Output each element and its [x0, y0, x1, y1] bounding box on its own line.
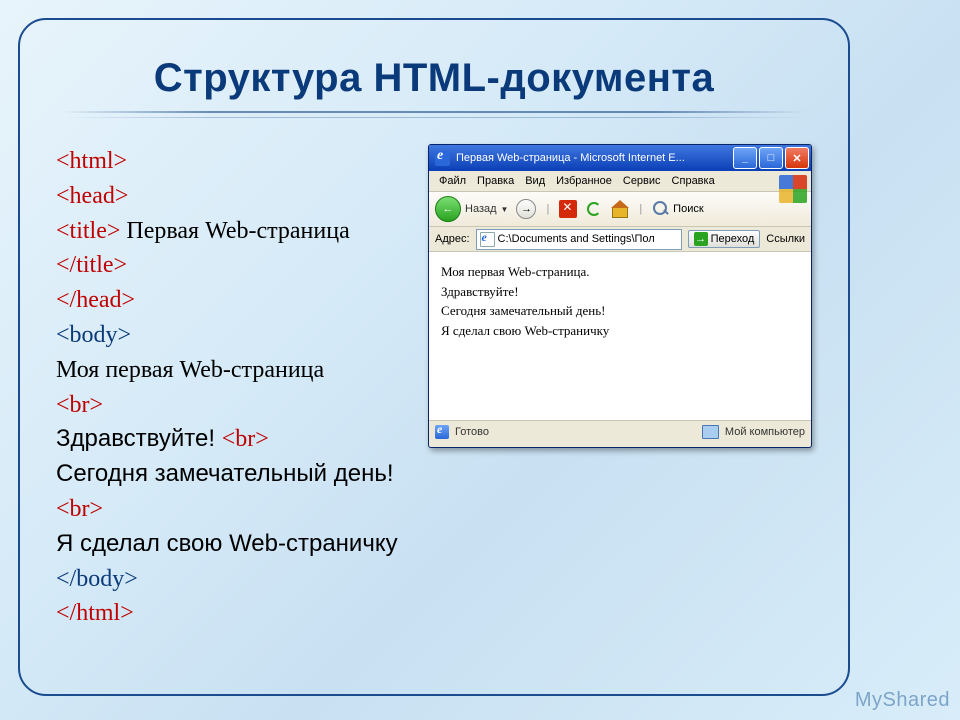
back-button[interactable]: ← Назад ▼ [435, 196, 508, 222]
ie-icon [435, 151, 450, 166]
window-title: Первая Web-страница - Microsoft Internet… [456, 152, 727, 164]
code-line: <title> Первая Web-страница [56, 214, 410, 249]
menubar: Файл Правка Вид Избранное Сервис Справка [429, 171, 811, 192]
page-line: Здравствуйте! [441, 282, 799, 302]
code-line: </body> [56, 562, 410, 597]
windows-flag-icon [779, 175, 807, 203]
ie-icon [435, 425, 449, 439]
home-icon[interactable] [611, 200, 629, 218]
search-button[interactable]: Поиск [652, 200, 703, 218]
divider [62, 117, 806, 118]
status-text: Готово [455, 426, 489, 438]
menu-help[interactable]: Справка [668, 174, 719, 188]
go-arrow-icon: → [694, 232, 708, 246]
page-line: Сегодня замечательный день! [441, 301, 799, 321]
code-line: <html> [56, 144, 410, 179]
code-line: </title> [56, 248, 410, 283]
slide-title: Структура HTML-документа [56, 56, 812, 101]
forward-button[interactable]: → [516, 199, 536, 219]
stop-icon[interactable] [559, 200, 577, 218]
titlebar: Первая Web-страница - Microsoft Internet… [429, 145, 811, 171]
go-button[interactable]: → Переход [688, 230, 761, 248]
minimize-button[interactable]: _ [733, 147, 757, 169]
content-row: <html> <head> <title> Первая Web-страниц… [56, 144, 812, 631]
code-line: <br> [56, 388, 410, 423]
divider [62, 111, 806, 113]
maximize-button[interactable]: □ [759, 147, 783, 169]
search-icon [652, 200, 670, 218]
addressbar: Адрес: C:\Documents and Settings\Пол → П… [429, 227, 811, 252]
ie-browser-window: Первая Web-страница - Microsoft Internet… [428, 144, 812, 448]
code-line: Моя первая Web-страница [56, 353, 410, 388]
address-field[interactable]: C:\Documents and Settings\Пол [476, 229, 682, 250]
statusbar: Готово Мой компьютер [429, 420, 811, 443]
code-listing: <html> <head> <title> Первая Web-страниц… [56, 144, 410, 631]
computer-icon [702, 425, 719, 439]
code-line: <head> [56, 179, 410, 214]
back-arrow-icon: ← [435, 196, 461, 222]
links-button[interactable]: Ссылки [766, 233, 805, 245]
slide-frame: Структура HTML-документа <html> <head> <… [18, 18, 850, 696]
page-content: Моя первая Web-страница. Здравствуйте! С… [429, 252, 811, 420]
menu-tools[interactable]: Сервис [619, 174, 665, 188]
zone-text: Мой компьютер [725, 426, 805, 438]
code-line: Я сделал свою Web-страничку [56, 527, 410, 562]
code-line: <body> [56, 318, 410, 353]
code-line: Сегодня замечательный день! <br> [56, 457, 410, 527]
page-line: Моя первая Web-страница. [441, 262, 799, 282]
code-line: Здравствуйте! <br> [56, 422, 410, 457]
menu-view[interactable]: Вид [521, 174, 549, 188]
address-label: Адрес: [435, 233, 470, 245]
toolbar: ← Назад ▼ → | | Поиск [429, 192, 811, 227]
menu-edit[interactable]: Правка [473, 174, 518, 188]
page-line: Я сделал свою Web-страничку [441, 321, 799, 341]
code-line: </html> [56, 596, 410, 631]
code-line: </head> [56, 283, 410, 318]
menu-favorites[interactable]: Избранное [552, 174, 616, 188]
watermark: MyShared [855, 689, 950, 712]
refresh-icon[interactable] [585, 200, 603, 218]
close-button[interactable]: ✕ [785, 147, 809, 169]
menu-file[interactable]: Файл [435, 174, 470, 188]
page-icon [480, 232, 495, 247]
